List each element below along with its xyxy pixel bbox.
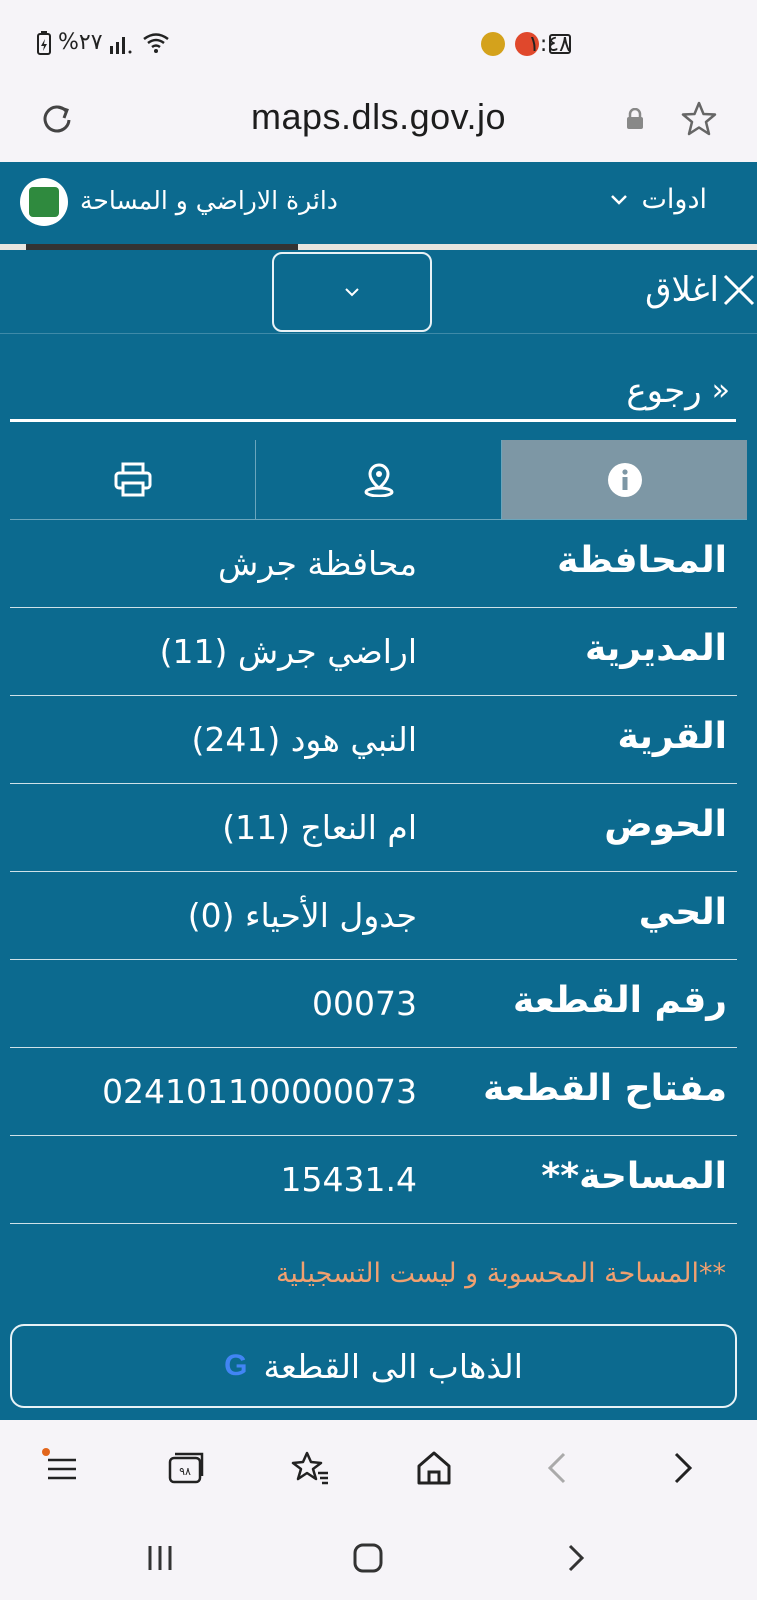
panel-top-bar: اغلاق [0, 250, 757, 334]
double-chevron-icon: « [711, 373, 730, 408]
svg-text:٩٨: ٩٨ [179, 1465, 191, 1478]
attr-row-governorate: المحافظة محافظة جرش [10, 520, 737, 608]
attr-row-basin: الحوض ام النعاج (11) [10, 784, 737, 872]
menu-icon[interactable] [42, 1448, 82, 1488]
chevron-down-icon [345, 288, 359, 297]
attr-row-directorate: المديرية اراضي جرش (11) [10, 608, 737, 696]
go-to-parcel-label[interactable]: الذهاب الى القطعة [263, 1347, 522, 1386]
wifi-icon [142, 32, 169, 53]
tab-location[interactable] [255, 440, 501, 519]
lock-icon [627, 108, 643, 129]
location-pin-icon [364, 462, 393, 497]
nav-back-icon[interactable] [558, 1540, 594, 1576]
browser-toolbar: ٩٨ [0, 1420, 757, 1520]
parcel-info-panel: اغلاق « رجوع المحافظة محافظة جرش المديري… [0, 250, 757, 1420]
app-title: دائرة الاراضي و المساحة [80, 186, 338, 215]
attr-label: الحي [638, 892, 727, 933]
attr-row-neighborhood: الحي جدول الأحياء (0) [10, 872, 737, 960]
app-header: دائرة الاراضي و المساحة ادوات [0, 162, 757, 244]
attr-value: 024101100000073 [102, 1072, 417, 1111]
tools-label[interactable]: ادوات [642, 184, 707, 215]
tab-print[interactable] [10, 440, 255, 519]
attr-label: المحافظة [557, 540, 727, 581]
back-link[interactable]: « رجوع [10, 362, 736, 422]
attr-value: محافظة جرش [218, 544, 417, 583]
forward-icon[interactable] [662, 1448, 702, 1488]
bookmark-star-icon[interactable] [680, 100, 718, 138]
attr-label: رقم القطعة [512, 980, 727, 1021]
notification-icon [481, 32, 505, 56]
attr-label: القرية [617, 716, 727, 757]
close-icon[interactable] [721, 272, 757, 308]
attr-value: اراضي جرش (11) [159, 632, 417, 671]
clock: ١:٤٨ [528, 32, 571, 57]
nav-recents-icon[interactable] [142, 1540, 178, 1576]
battery-percent: %٢٧ [58, 30, 103, 55]
tabs-icon[interactable]: ٩٨ [166, 1448, 206, 1488]
panel-tabs [10, 440, 747, 520]
close-button[interactable]: اغلاق [645, 270, 757, 310]
back-label[interactable]: رجوع [626, 371, 701, 411]
bookmarks-icon[interactable] [290, 1448, 330, 1488]
tab-info[interactable] [501, 440, 747, 519]
system-nav-bar [0, 1520, 757, 1600]
attr-label: الحوض [604, 804, 727, 845]
attr-row-village: القرية النبي هود (241) [10, 696, 737, 784]
attr-value: النبي هود (241) [191, 720, 417, 759]
area-footnote: **المساحة المحسوبة و ليست التسجيلية [275, 1258, 726, 1289]
info-icon [607, 462, 642, 497]
status-bar: %٢٧ ١:٤٨ [0, 0, 757, 90]
attr-value: جدول الأحياء (0) [187, 896, 417, 935]
attr-row-parcel-key: مفتاح القطعة 024101100000073 [10, 1048, 737, 1136]
attr-value: 00073 [312, 984, 417, 1023]
google-icon: G [224, 1349, 248, 1382]
attr-label: المساحة** [541, 1156, 727, 1197]
attr-label: المديرية [584, 628, 727, 669]
parcel-attributes: المحافظة محافظة جرش المديرية اراضي جرش (… [10, 520, 737, 1224]
attr-label: مفتاح القطعة [483, 1068, 727, 1109]
printer-icon [114, 462, 151, 496]
chevron-down-icon [610, 194, 627, 205]
signal-icon [109, 36, 132, 54]
attr-value: 15431.4 [280, 1160, 417, 1199]
attr-value: ام النعاج (11) [222, 808, 417, 847]
panel-dropdown[interactable] [272, 252, 432, 332]
close-label[interactable]: اغلاق [645, 270, 719, 310]
attr-row-parcel-number: رقم القطعة 00073 [10, 960, 737, 1048]
browser-url-bar[interactable]: maps.dls.gov.jo [0, 90, 757, 162]
battery-icon [37, 30, 51, 55]
back-icon[interactable] [538, 1448, 578, 1488]
nav-home-icon[interactable] [350, 1540, 386, 1576]
go-to-parcel-button[interactable]: الذهاب الى القطعة G [10, 1324, 737, 1408]
attr-row-area: المساحة** 15431.4 [10, 1136, 737, 1224]
home-icon[interactable] [414, 1448, 454, 1488]
dls-logo [20, 178, 68, 226]
tools-menu[interactable]: ادوات [610, 184, 707, 215]
